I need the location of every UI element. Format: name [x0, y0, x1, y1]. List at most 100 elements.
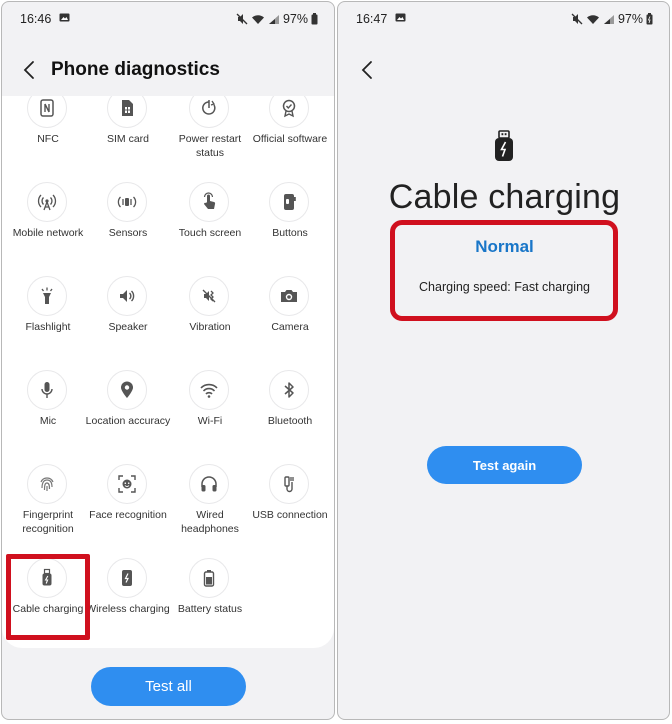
touch-screen-icon: [203, 192, 216, 209]
tile-icon-circle: [27, 276, 67, 316]
back-arrow-icon[interactable]: [360, 60, 374, 80]
official-software-icon: [282, 99, 296, 118]
flashlight-icon: [41, 287, 53, 304]
tile-icon-circle: [189, 182, 229, 222]
mute-icon: [571, 13, 583, 25]
tile-label: Flashlight: [25, 321, 71, 333]
test-tile-mic[interactable]: Mic: [8, 370, 88, 454]
tile-label: NFC: [37, 133, 59, 145]
bluetooth-icon: [284, 382, 294, 398]
test-tile-mobile-network[interactable]: Mobile network: [8, 182, 88, 266]
tile-label: Fingerprint recognition: [22, 509, 74, 535]
test-tile-flashlight[interactable]: Flashlight: [8, 276, 88, 360]
test-tile-wired-headphones[interactable]: Wired headphones: [170, 464, 250, 548]
tile-icon-circle: [27, 370, 67, 410]
tile-label: Location accuracy: [85, 415, 171, 427]
test-tile-buttons[interactable]: Buttons: [250, 182, 330, 266]
test-tile-cable-charging[interactable]: Cable charging: [8, 558, 88, 642]
test-tile-official-software[interactable]: Official software: [250, 96, 330, 172]
buttons-icon: [284, 194, 296, 210]
tile-icon-circle: [269, 464, 309, 504]
nfc-icon: [40, 99, 54, 117]
phone-diagnostics-screen: 16:46 97% Phone diagnostics NFC SIM card: [1, 1, 335, 720]
usb-connection-icon: [284, 476, 294, 493]
tile-icon-circle: [107, 370, 147, 410]
result-title: Cable charging: [388, 178, 621, 216]
test-all-button[interactable]: Test all: [91, 667, 246, 706]
battery-charging-icon: [646, 13, 653, 25]
tile-icon-circle: [269, 182, 309, 222]
tile-icon-circle: [107, 276, 147, 316]
tile-icon-circle: [27, 96, 67, 128]
test-tile-vibration[interactable]: Vibration: [170, 276, 250, 360]
fingerprint-icon: [40, 477, 54, 491]
battery-percent: 97%: [617, 12, 643, 26]
location-icon: [121, 381, 133, 398]
gallery-notification-icon: [395, 13, 406, 22]
tile-label: Speaker: [108, 321, 148, 333]
diagnostics-grid: NFC SIM card Power restart status Offici…: [2, 96, 334, 648]
tile-label: Wireless charging: [86, 603, 170, 615]
tile-label: Mobile network: [12, 227, 84, 239]
test-tile-sim-card[interactable]: SIM card: [88, 96, 168, 172]
tile-icon-circle: [107, 96, 147, 128]
tile-label: Touch screen: [178, 227, 242, 239]
wifi-status-icon: [251, 14, 264, 24]
tile-icon-circle: [189, 276, 229, 316]
tile-label: Buttons: [272, 227, 308, 239]
tile-label: Sensors: [108, 227, 148, 239]
status-time: 16:47: [356, 12, 388, 26]
header: Phone diagnostics: [2, 46, 334, 94]
mute-icon: [236, 13, 248, 25]
test-tile-wifi[interactable]: Wi-Fi: [170, 370, 250, 454]
speaker-icon: [120, 290, 135, 302]
sensors-icon: [117, 196, 137, 208]
cable-charging-icon: [495, 130, 513, 161]
test-tile-battery-status[interactable]: Battery status: [170, 558, 250, 642]
status-bar: 16:46 97%: [2, 2, 334, 36]
test-tile-camera[interactable]: Camera: [250, 276, 330, 360]
page-title: Phone diagnostics: [51, 59, 220, 80]
mic-icon: [41, 382, 53, 398]
test-tile-usb-connection[interactable]: USB connection: [250, 464, 330, 548]
cable-charging-result-screen: 16:47 97% Cable charging Normal Charging…: [337, 1, 670, 720]
tile-label: Cable charging: [12, 603, 84, 615]
test-tile-nfc[interactable]: NFC: [8, 96, 88, 172]
tile-label: Camera: [271, 321, 309, 333]
face-recognition-icon: [118, 475, 136, 493]
tile-label: SIM card: [106, 133, 149, 145]
tile-icon-circle: [107, 558, 147, 598]
battery-status-icon: [203, 570, 215, 587]
wifi-status-icon: [586, 14, 599, 24]
test-tile-fingerprint[interactable]: Fingerprint recognition: [8, 464, 88, 548]
test-tile-power-restart[interactable]: Power restart status: [170, 96, 250, 172]
back-arrow-icon[interactable]: [22, 60, 36, 80]
tile-label: Face recognition: [89, 509, 167, 521]
battery-percent: 97%: [282, 12, 308, 26]
power-restart-icon: [202, 100, 216, 115]
mobile-network-icon: [37, 194, 57, 211]
test-again-button[interactable]: Test again: [427, 446, 582, 484]
signal-icon: [603, 14, 614, 24]
test-tile-sensors[interactable]: Sensors: [88, 182, 168, 266]
result-status: Normal: [475, 237, 534, 256]
test-tile-bluetooth[interactable]: Bluetooth: [250, 370, 330, 454]
test-tile-touch-screen[interactable]: Touch screen: [170, 182, 250, 266]
status-bar: 16:47 97%: [338, 2, 669, 36]
tile-icon-circle: [27, 558, 67, 598]
camera-icon: [281, 290, 297, 302]
test-tile-face-recognition[interactable]: Face recognition: [88, 464, 168, 548]
test-tile-location-accuracy[interactable]: Location accuracy: [86, 370, 170, 454]
tile-label: Bluetooth: [267, 415, 313, 427]
tile-icon-circle: [189, 558, 229, 598]
tile-icon-circle: [269, 276, 309, 316]
headphones-icon: [201, 476, 217, 492]
sim-card-icon: [122, 100, 133, 116]
tile-icon-circle: [189, 370, 229, 410]
test-tile-wireless-charging[interactable]: Wireless charging: [86, 558, 170, 642]
status-time: 16:46: [20, 12, 52, 26]
tile-label: Mic: [39, 415, 57, 427]
test-tile-speaker[interactable]: Speaker: [88, 276, 168, 360]
tile-label: Wi-Fi: [197, 415, 223, 427]
tile-icon-circle: [27, 464, 67, 504]
